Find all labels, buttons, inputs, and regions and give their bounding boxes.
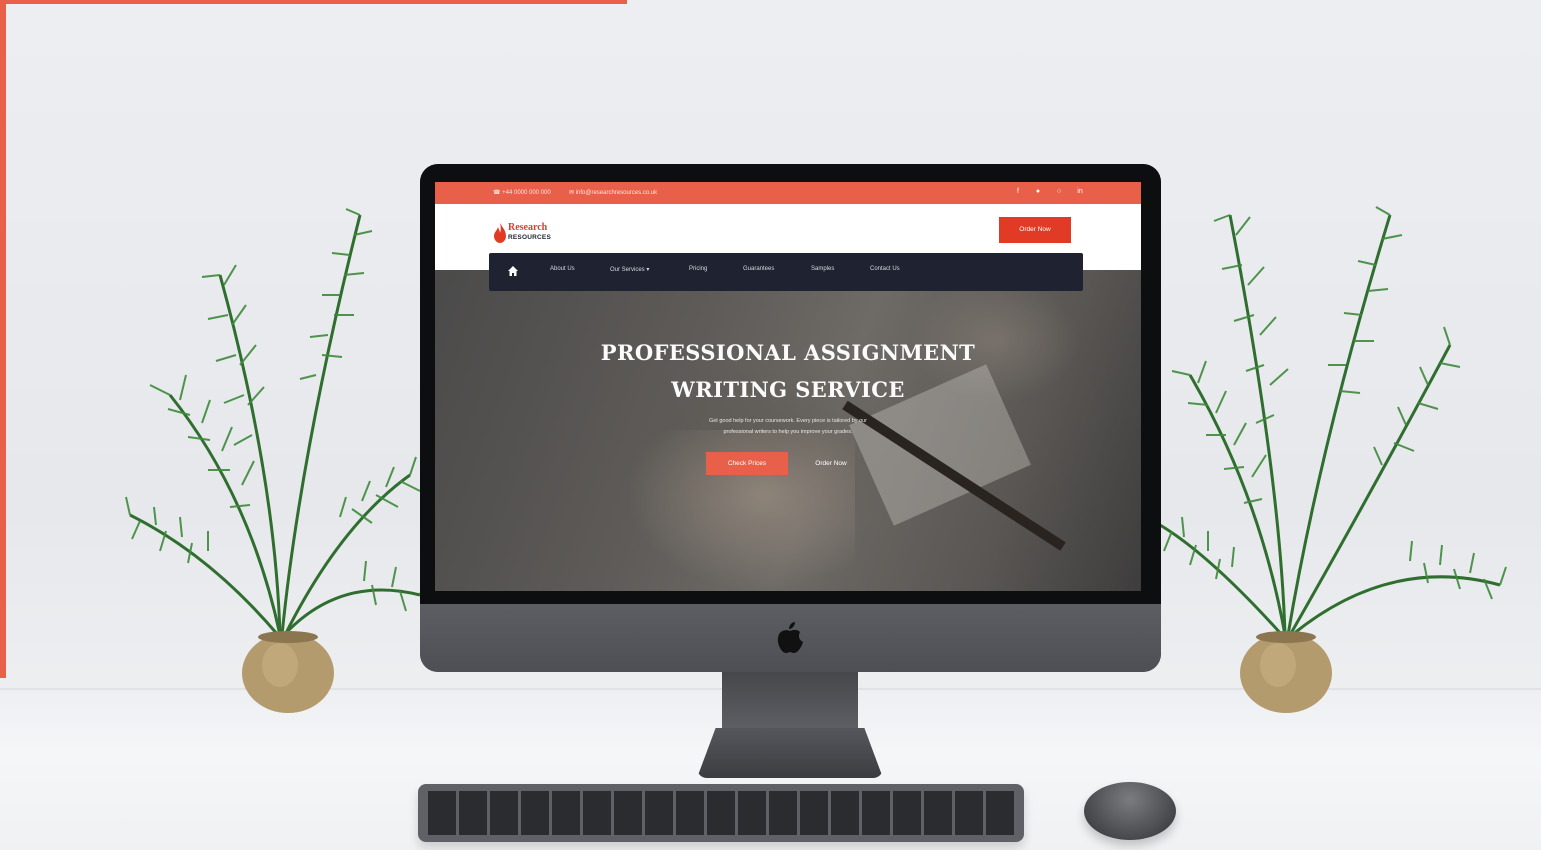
potted-plant-left <box>125 208 427 713</box>
topbar-phone[interactable]: ☎ +44 0000 000 000 <box>493 189 551 196</box>
nav-item-pricing[interactable]: Pricing <box>689 266 707 272</box>
hero-order-now-button[interactable]: Order Now <box>800 452 862 475</box>
site-logo[interactable]: Research RESOURCES <box>493 221 565 247</box>
flame-logo-icon <box>494 223 506 243</box>
twitter-icon[interactable]: ● <box>1033 188 1043 198</box>
apple-logo-icon <box>777 622 803 653</box>
header-order-now-button[interactable]: Order Now <box>999 217 1071 243</box>
hero-title-line2: WRITING SERVICE <box>671 377 905 402</box>
monitor-stand-base <box>697 728 883 778</box>
linkedin-icon[interactable]: in <box>1075 188 1085 198</box>
mouse <box>1084 782 1176 840</box>
topbar-email[interactable]: ✉ info@researchresources.co.uk <box>569 189 657 196</box>
logo-text-research: Research <box>508 222 548 233</box>
facebook-icon[interactable]: f <box>1013 188 1023 198</box>
hero-subtitle-line1: Get good help for your coursework. Every… <box>708 418 868 424</box>
orange-accent-left <box>0 0 6 678</box>
home-icon[interactable] <box>507 265 519 277</box>
hero-section: PROFESSIONAL ASSIGNMENT WRITING SERVICE … <box>435 270 1141 591</box>
nav-item-contact-us[interactable]: Contact Us <box>870 266 900 272</box>
keyboard-keys <box>428 791 1014 835</box>
check-prices-button[interactable]: Check Prices <box>706 452 788 475</box>
hero-title-line1: PROFESSIONAL ASSIGNMENT <box>600 340 976 365</box>
monitor-screen: ☎ +44 0000 000 000 ✉ info@researchresour… <box>435 182 1141 591</box>
orange-accent-top <box>0 0 627 4</box>
hero-subtitle-line2: professional writers to help you improve… <box>723 429 853 435</box>
nav-item-guarantees[interactable]: Guarantees <box>743 266 774 272</box>
main-navigation: About Us Our Services ▾ Pricing Guarante… <box>489 253 1083 291</box>
potted-plant-right <box>1155 206 1507 713</box>
site-topbar: ☎ +44 0000 000 000 ✉ info@researchresour… <box>435 182 1141 204</box>
nav-item-our-services[interactable]: Our Services ▾ <box>610 266 649 273</box>
nav-item-about-us[interactable]: About Us <box>550 266 575 272</box>
monitor-stand-neck <box>722 672 858 732</box>
nav-item-samples[interactable]: Samples <box>811 266 834 272</box>
instagram-icon[interactable]: ○ <box>1054 188 1064 198</box>
keyboard <box>418 784 1024 842</box>
logo-text-resources: RESOURCES <box>508 234 551 241</box>
